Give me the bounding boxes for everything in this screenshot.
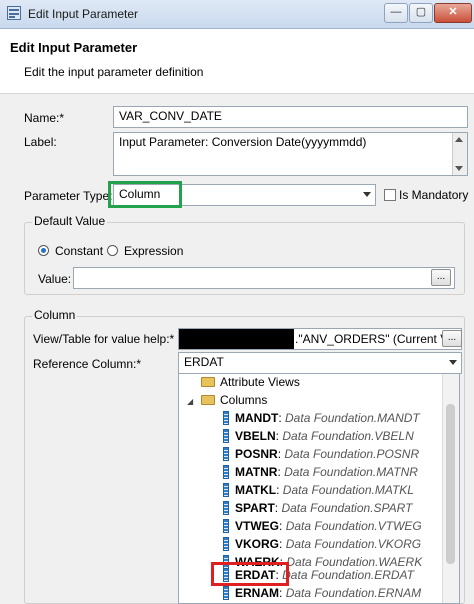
label-scrollbar[interactable] — [452, 133, 467, 175]
column-icon — [223, 501, 229, 515]
column-icon — [223, 465, 229, 479]
name-label: Name:* — [24, 111, 65, 125]
maximize-button[interactable]: ▢ — [409, 3, 433, 23]
tree-node-attribute-views[interactable]: Attribute Views — [201, 375, 300, 393]
value-input[interactable] — [73, 267, 455, 289]
reference-column-dropdown[interactable]: ERDAT — [178, 352, 462, 374]
label-label: Label: — [24, 135, 57, 149]
view-table-browse-button[interactable]: ... — [442, 330, 462, 347]
redacted-block — [179, 329, 294, 349]
tree-item-vbeln[interactable]: VBELN: Data Foundation.VBELN — [223, 429, 414, 447]
tree-item-ernam[interactable]: ERNAM: Data Foundation.ERNAM — [223, 586, 421, 603]
column-icon — [223, 519, 229, 533]
view-table-label: View/Table for value help:* — [33, 332, 175, 346]
chevron-down-icon — [363, 192, 371, 197]
column-icon — [223, 537, 229, 551]
dialog-title: Edit Input Parameter — [10, 40, 138, 55]
window-title: Edit Input Parameter — [28, 7, 139, 21]
close-button[interactable]: ✕ — [434, 3, 472, 23]
value-label: Value: — [38, 272, 72, 286]
mandatory-checkbox[interactable] — [384, 189, 396, 201]
column-icon — [223, 483, 229, 497]
dialog-subtitle: Edit the input parameter definition — [24, 65, 204, 79]
highlight-box-green — [108, 181, 182, 208]
view-table-value: ."ANV_ORDERS" (Current View — [295, 332, 462, 346]
tree-item-matnr[interactable]: MATNR: Data Foundation.MATNR — [223, 465, 418, 483]
name-input[interactable]: VAR_CONV_DATE — [113, 106, 468, 128]
value-browse-button[interactable]: ... — [431, 269, 451, 286]
constant-label: Constant — [55, 244, 104, 258]
column-icon — [223, 429, 229, 443]
dialog-header: Edit Input Parameter Edit the input para… — [0, 29, 474, 94]
constant-radio[interactable] — [38, 245, 49, 256]
param-type-label: Parameter Type: — [24, 189, 113, 203]
highlight-box-red — [211, 562, 289, 586]
app-icon — [7, 6, 21, 20]
expression-label: Expression — [124, 244, 184, 258]
reference-column-value: ERDAT — [184, 355, 224, 369]
label-text: Input Parameter: Conversion Date(yyyymmd… — [119, 135, 367, 149]
tree-scrollbar[interactable] — [442, 374, 459, 603]
column-group-label: Column — [32, 308, 78, 322]
tree-item-mandt[interactable]: MANDT: Data Foundation.MANDT — [223, 411, 420, 429]
tree-item-matkl[interactable]: MATKL: Data Foundation.MATKL — [223, 483, 414, 501]
tree-node-columns[interactable]: Columns — [201, 393, 267, 411]
column-icon — [223, 586, 229, 600]
folder-icon — [201, 395, 215, 405]
reference-column-label: Reference Column:* — [33, 357, 142, 371]
tree-item-posnr[interactable]: POSNR: Data Foundation.POSNR — [223, 447, 419, 465]
title-bar: Edit Input Parameter — ▢ ✕ — [0, 0, 474, 29]
tree-item-vtweg[interactable]: VTWEG: Data Foundation.VTWEG — [223, 519, 422, 537]
view-table-input[interactable]: ."ANV_ORDERS" (Current View — [178, 328, 462, 350]
collapse-arrow-icon[interactable]: ◢ — [187, 397, 193, 406]
default-value-group-label: Default Value — [32, 214, 108, 228]
mandatory-label: Is Mandatory — [399, 188, 469, 202]
column-icon — [223, 411, 229, 425]
scrollbar-thumb[interactable] — [446, 404, 455, 564]
column-icon — [223, 447, 229, 461]
tree-item-spart[interactable]: SPART: Data Foundation.SPART — [223, 501, 412, 519]
folder-icon — [201, 377, 215, 387]
label-textarea[interactable]: Input Parameter: Conversion Date(yyyymmd… — [113, 132, 468, 176]
minimize-button[interactable]: — — [384, 3, 408, 23]
chevron-down-icon — [449, 360, 457, 365]
tree-item-vkorg[interactable]: VKORG: Data Foundation.VKORG — [223, 537, 421, 555]
expression-radio[interactable] — [107, 245, 118, 256]
